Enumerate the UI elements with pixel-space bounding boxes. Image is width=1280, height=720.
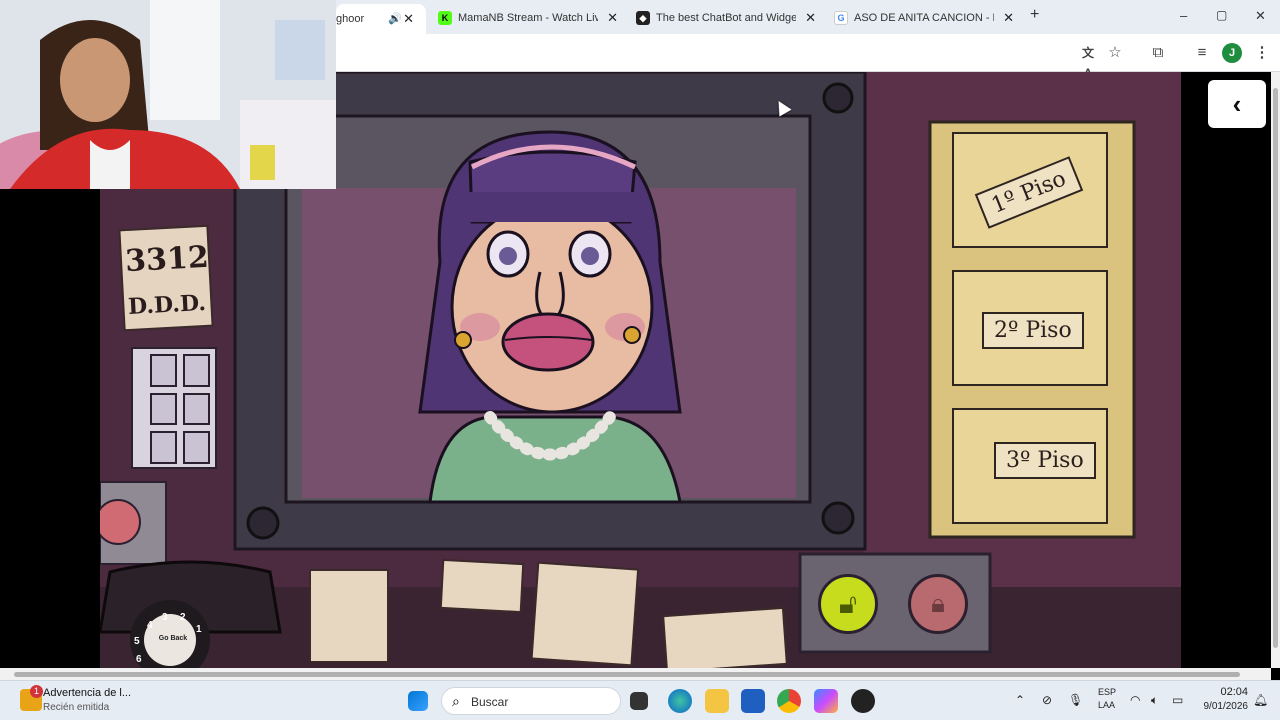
person-icon	[183, 431, 210, 464]
tab-chatbot[interactable]: ◆ The best ChatBot and Widgets ✕	[636, 6, 816, 30]
store-icon[interactable]	[741, 689, 765, 713]
floor-1-folder[interactable]: 1º Piso	[952, 132, 1108, 248]
person-icon	[183, 354, 210, 387]
file-explorer-icon[interactable]	[705, 689, 729, 713]
close-tab-icon[interactable]: ✕	[805, 10, 816, 26]
close-window-button[interactable]: ✕	[1255, 8, 1266, 24]
webcam-overlay	[0, 0, 336, 189]
battery-icon[interactable]: ▭	[1172, 693, 1183, 707]
task-view-icon[interactable]	[630, 692, 648, 710]
maximize-button[interactable]: ▢	[1216, 8, 1227, 22]
language-line-2: LAA	[1098, 700, 1116, 710]
tab-active[interactable]: ghoor 🔊 ✕	[336, 4, 426, 34]
warning-app-icon[interactable]: 1	[20, 685, 43, 711]
notification-badge: 1	[30, 685, 43, 698]
unlock-button[interactable]: 🔓︎	[818, 574, 878, 634]
dial-digit[interactable]: 3	[162, 612, 168, 623]
volume-icon[interactable]: 🔈︎	[1151, 693, 1158, 708]
edge-icon[interactable]	[668, 689, 692, 713]
tab-mamanb[interactable]: K MamaNB Stream - Watch Live o ✕	[438, 6, 618, 30]
id-number: 3312	[124, 239, 210, 280]
horizontal-scrollbar[interactable]	[0, 668, 1271, 680]
dial-digit[interactable]: 6	[136, 654, 142, 665]
go-back-label[interactable]: Go Back	[158, 634, 188, 643]
id-suffix: D.D.D.	[127, 289, 207, 321]
show-hidden-icons[interactable]: ⌃	[1015, 693, 1025, 707]
browser-menu-icon[interactable]: ⋮	[1252, 43, 1272, 63]
search-icon: ⌕	[452, 693, 460, 709]
dial-digit[interactable]: 2	[180, 612, 186, 623]
dial-digit[interactable]: 5	[134, 636, 140, 647]
kick-icon: K	[438, 11, 452, 25]
chrome-icon[interactable]	[777, 689, 801, 713]
wifi-icon[interactable]: ◠	[1130, 693, 1140, 707]
floor-1-label: 1º Piso	[974, 156, 1083, 229]
search-placeholder: Buscar	[471, 695, 509, 709]
tab-label: ghoor	[336, 13, 365, 25]
chatbot-icon: ◆	[636, 11, 650, 25]
tab-label: ASO DE ANITA CANCION - Bus	[854, 12, 994, 24]
floor-3-folder[interactable]: 3º Piso	[952, 408, 1108, 524]
locked-padlock-icon: 🔒︎	[931, 588, 945, 618]
floor-3-label: 3º Piso	[994, 442, 1096, 479]
copilot-icon[interactable]	[814, 689, 838, 713]
lock-button[interactable]: 🔒︎	[908, 574, 968, 634]
person-icon	[150, 431, 177, 464]
phone-dial[interactable]: 4 3 2 1 5 6 Go Back	[134, 612, 202, 668]
person-icon	[150, 392, 177, 426]
network-off-icon[interactable]: ⊘	[1042, 693, 1052, 707]
clock-time[interactable]: 02:04	[1210, 686, 1248, 698]
language-line-1[interactable]: ESP	[1098, 687, 1116, 697]
person-icon	[183, 392, 210, 426]
dial-digit[interactable]: 4	[147, 620, 153, 631]
media-control-icon[interactable]: ≡	[1192, 43, 1212, 63]
notification-title[interactable]: Advertencia de l...	[43, 687, 131, 699]
game-app-icon[interactable]	[851, 689, 875, 713]
new-tab-button[interactable]: +	[1030, 6, 1039, 24]
scrollbar-thumb[interactable]	[14, 672, 1240, 677]
vertical-scrollbar[interactable]	[1271, 72, 1280, 668]
unlocked-padlock-icon: 🔓︎	[838, 587, 858, 619]
floor-2-label: 2º Piso	[982, 312, 1084, 349]
clock-date: 9/01/2026	[1203, 701, 1249, 712]
close-tab-icon[interactable]: ✕	[403, 11, 414, 27]
bookmark-star-icon[interactable]: ☆	[1105, 43, 1125, 63]
notification-bell-icon[interactable]: 🔔︎	[1253, 693, 1268, 707]
windows-start-icon[interactable]	[408, 691, 428, 711]
notification-subtitle: Recién emitida	[43, 702, 110, 713]
tab-google[interactable]: G ASO DE ANITA CANCION - Bus ✕	[834, 6, 1014, 30]
floor-2-folder[interactable]: 2º Piso	[952, 270, 1108, 386]
dial-digit[interactable]: 1	[196, 624, 202, 635]
microphone-icon[interactable]: 🎙︎	[1068, 693, 1083, 707]
google-icon: G	[834, 11, 848, 25]
tab-label: MamaNB Stream - Watch Live o	[458, 12, 598, 24]
floor-folders: 1º Piso 2º Piso 3º Piso	[930, 122, 1134, 537]
speaker-icon[interactable]: 🔊	[388, 12, 402, 25]
scrollbar-thumb[interactable]	[1273, 88, 1278, 648]
webcam-feed	[0, 0, 336, 189]
extensions-icon[interactable]: ⧉	[1148, 43, 1168, 63]
close-tab-icon[interactable]: ✕	[1003, 10, 1014, 26]
windows-taskbar: 1 Advertencia de l... Recién emitida ⌕ B…	[0, 680, 1280, 720]
close-tab-icon[interactable]: ✕	[607, 10, 618, 26]
back-button[interactable]: ‹	[1208, 80, 1266, 128]
tab-label: The best ChatBot and Widgets	[656, 12, 796, 24]
chevron-left-icon: ‹	[1232, 88, 1242, 119]
person-icon	[150, 354, 177, 387]
character-portrait	[418, 130, 682, 504]
profile-avatar[interactable]: J	[1222, 43, 1242, 63]
taskbar-search[interactable]: ⌕ Buscar	[441, 687, 621, 715]
minimize-button[interactable]: –	[1180, 8, 1187, 23]
canvas-margin	[1181, 72, 1271, 668]
translate-icon[interactable]: 文A	[1078, 43, 1098, 80]
contact-card[interactable]	[150, 354, 210, 464]
